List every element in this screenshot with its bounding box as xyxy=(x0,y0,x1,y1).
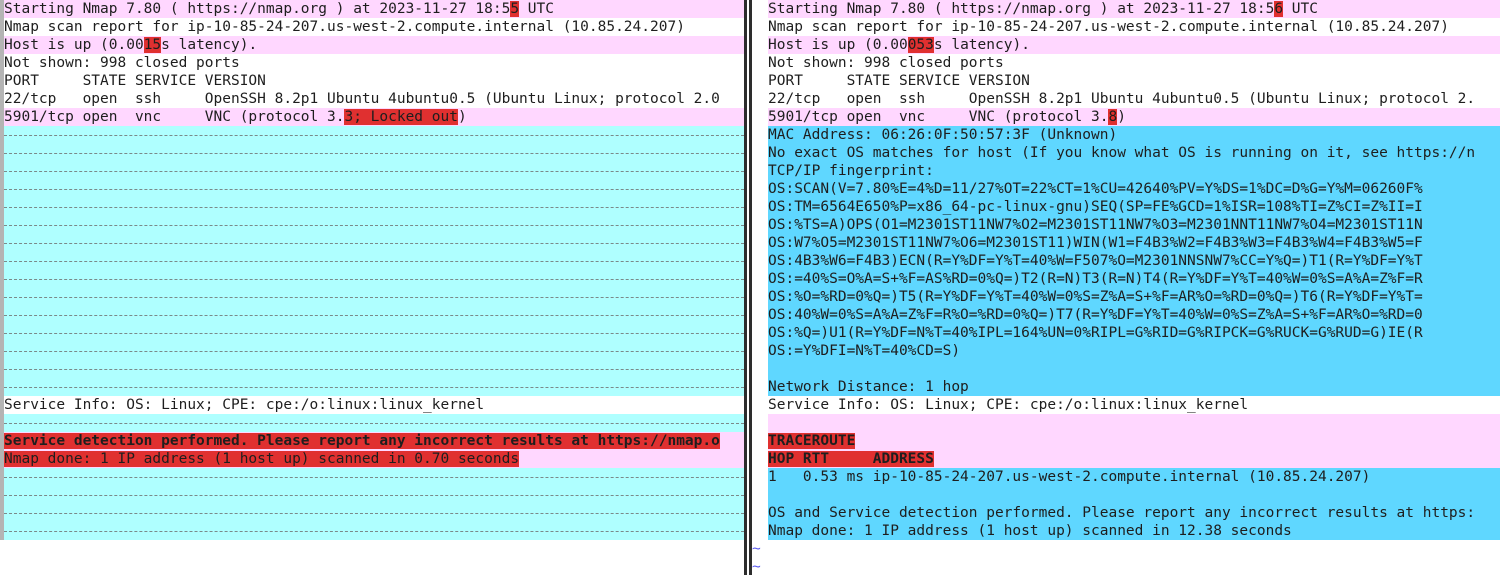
right-lines: Starting Nmap 7.80 ( https://nmap.org ) … xyxy=(768,0,1500,540)
os-line: OS:SCAN(V=7.80%E=4%D=11/27%OT=22%CT=1%CU… xyxy=(768,180,1500,198)
line-blank xyxy=(768,486,1500,504)
os-line: OS:W7%O5=M2301ST11NW7%O6=M2301ST11)WIN(W… xyxy=(768,234,1500,252)
filler-line xyxy=(4,144,744,162)
line-trace-row: 1 0.53 ms ip-10-85-24-207.us-west-2.comp… xyxy=(768,468,1500,486)
os-line: OS:=40%S=O%A=S+%F=AS%RD=0%Q=)T2(R=N)T3(R… xyxy=(768,270,1500,288)
os-line xyxy=(768,360,1500,378)
os-line: OS:=Y%DFI=N%T=40%CD=S) xyxy=(768,342,1500,360)
os-line: OS:%O=%RD=0%Q=)T5(R=Y%DF=Y%T=40%W=0%S=Z%… xyxy=(768,288,1500,306)
empty-line-tilde: ~ xyxy=(752,559,761,575)
filler-line xyxy=(4,414,744,432)
filler-block xyxy=(4,126,744,396)
line-ssh: 22/tcp open ssh OpenSSH 8.2p1 Ubuntu 4ub… xyxy=(768,91,1476,107)
vimdiff-window: Starting Nmap 7.80 ( https://nmap.org ) … xyxy=(0,0,1500,575)
os-line: MAC Address: 06:26:0F:50:57:3F (Unknown) xyxy=(768,126,1500,144)
line-detection: Service detection performed. Please repo… xyxy=(4,432,744,450)
line-scan-report: Nmap scan report for ip-10-85-24-207.us-… xyxy=(768,19,1449,35)
os-line: OS:TM=6564E650%P=x86_64-pc-linux-gnu)SEQ… xyxy=(768,198,1500,216)
empty-line-tilde: ~ xyxy=(752,541,761,557)
os-line: TCP/IP fingerprint: xyxy=(768,162,1500,180)
os-line: OS:%Q=)U1(R=Y%DF=N%T=40%IPL=164%UN=0%RIP… xyxy=(768,324,1500,342)
filler-line xyxy=(4,324,744,342)
line-start: Starting Nmap 7.80 ( https://nmap.org ) … xyxy=(768,0,1500,18)
line-vnc: 5901/tcp open vnc VNC (protocol 3.3; Loc… xyxy=(4,108,744,126)
line-vnc: 5901/tcp open vnc VNC (protocol 3.8) xyxy=(768,108,1500,126)
line-traceroute: TRACEROUTE xyxy=(768,432,1500,450)
filler-line xyxy=(4,162,744,180)
line-closed-ports: Not shown: 998 closed ports xyxy=(768,55,1004,71)
line-blank-added xyxy=(768,414,1500,432)
right-diff-pane[interactable]: Starting Nmap 7.80 ( https://nmap.org ) … xyxy=(752,0,1500,575)
os-line: OS:4B3%W6=F4B3)ECN(R=Y%DF=Y%T=40%W=F507%… xyxy=(768,252,1500,270)
os-line: No exact OS matches for host (If you kno… xyxy=(768,144,1500,162)
filler-line xyxy=(4,216,744,234)
filler-line xyxy=(4,288,744,306)
filler-line xyxy=(4,504,744,522)
left-lines: Starting Nmap 7.80 ( https://nmap.org ) … xyxy=(4,0,744,540)
filler-line xyxy=(4,198,744,216)
filler-line xyxy=(4,306,744,324)
filler-line xyxy=(4,468,744,486)
line-start: Starting Nmap 7.80 ( https://nmap.org ) … xyxy=(4,0,744,18)
filler-line xyxy=(4,126,744,144)
filler-line xyxy=(4,378,744,396)
line-trace-header: HOP RTT ADDRESS xyxy=(768,450,1500,468)
os-line: Network Distance: 1 hop xyxy=(768,378,1500,396)
filler-line xyxy=(4,360,744,378)
line-done: Nmap done: 1 IP address (1 host up) scan… xyxy=(4,450,744,468)
line-service-info: Service Info: OS: Linux; CPE: cpe:/o:lin… xyxy=(768,397,1249,413)
line-columns: PORT STATE SERVICE VERSION xyxy=(4,73,266,89)
line-service-info: Service Info: OS: Linux; CPE: cpe:/o:lin… xyxy=(4,397,485,413)
filler-line xyxy=(4,342,744,360)
line-latency: Host is up (0.0015s latency). xyxy=(4,36,744,54)
filler-line xyxy=(4,270,744,288)
line-done: Nmap done: 1 IP address (1 host up) scan… xyxy=(768,522,1500,540)
vertical-split-separator[interactable] xyxy=(744,0,752,575)
line-latency: Host is up (0.00053s latency). xyxy=(768,36,1500,54)
filler-block xyxy=(4,468,744,540)
os-line: OS:%TS=A)OPS(O1=M2301ST11NW7%O2=M2301ST1… xyxy=(768,216,1500,234)
filler-line xyxy=(4,234,744,252)
line-detection: OS and Service detection performed. Plea… xyxy=(768,504,1500,522)
filler-line xyxy=(4,486,744,504)
left-diff-pane[interactable]: Starting Nmap 7.80 ( https://nmap.org ) … xyxy=(0,0,744,575)
filler-line xyxy=(4,522,744,540)
line-closed-ports: Not shown: 998 closed ports xyxy=(4,55,240,71)
os-detection-block: MAC Address: 06:26:0F:50:57:3F (Unknown)… xyxy=(768,126,1500,396)
filler-line xyxy=(4,252,744,270)
os-line: OS:40%W=0%S=A%A=Z%F=R%O=%RD=0%Q=)T7(R=Y%… xyxy=(768,306,1500,324)
line-ssh: 22/tcp open ssh OpenSSH 8.2p1 Ubuntu 4ub… xyxy=(4,91,720,107)
line-scan-report: Nmap scan report for ip-10-85-24-207.us-… xyxy=(4,19,685,35)
line-columns: PORT STATE SERVICE VERSION xyxy=(768,73,1030,89)
filler-line xyxy=(4,180,744,198)
